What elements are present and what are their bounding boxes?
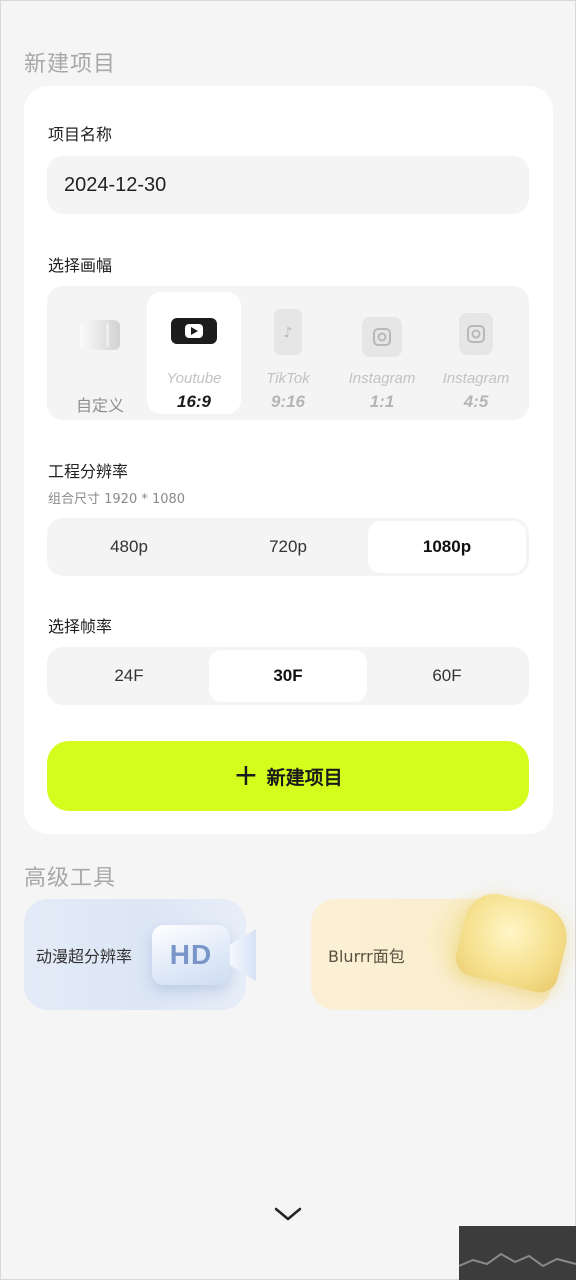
aspect-option-instagram-square[interactable]: Instagram 1:1 [335,292,429,414]
tool-blurrr-bread[interactable]: Blurrr面包 [311,887,574,1010]
resolution-selector: 480p 720p 1080p [47,518,529,576]
chevron-down-icon[interactable] [273,1204,303,1224]
tool-label: 动漫超分辨率 [36,947,133,966]
instagram-icon [361,316,403,358]
aspect-name: Instagram [442,370,510,387]
aspect-ratio: 9:16 [270,392,306,411]
svg-text:♪: ♪ [284,325,293,341]
custom-frame-icon [78,318,122,352]
resolution-option-480p[interactable]: 480p [50,521,208,573]
aspect-option-custom[interactable]: 自定义 [53,292,147,415]
create-project-label: 新建项目 [266,766,343,789]
framerate-option-30f[interactable]: 30F [209,650,367,702]
project-name-input[interactable]: 2024-12-30 [47,156,529,214]
aspect-label: 选择画幅 [48,256,113,275]
resolution-option-720p[interactable]: 720p [209,521,367,573]
resolution-label: 工程分辨率 [48,462,129,481]
aspect-selector: 自定义 Youtube 16:9 ♪ TikTok 9:16 Instagram… [47,286,529,420]
framerate-option-24f[interactable]: 24F [50,650,208,702]
section-title-new-project: 新建项目 [24,52,117,77]
tool-anime-upscale[interactable]: 动漫超分辨率 HD [24,899,256,1010]
tiktok-icon: ♪ [273,308,303,356]
hd-camera-icon: HD [152,925,230,985]
framerate-option-60f[interactable]: 60F [368,650,526,702]
preview-thumbnail [458,1226,576,1280]
aspect-ratio: 16:9 [176,392,212,411]
project-name-label: 项目名称 [48,125,113,144]
aspect-name: TikTok [266,370,310,387]
camera-lens-shape [230,929,256,981]
aspect-option-youtube[interactable]: Youtube 16:9 [147,292,241,414]
plus-icon: + [233,758,259,793]
resolution-sublabel: 组合尺寸 1920 * 1080 [48,492,186,507]
resolution-option-1080p[interactable]: 1080p [368,521,526,573]
youtube-icon [171,318,217,344]
section-title-advanced-tools: 高级工具 [24,866,117,891]
create-project-button[interactable]: + 新建项目 [47,741,529,811]
framerate-label: 选择帧率 [48,617,113,636]
aspect-ratio: 4:5 [463,392,489,411]
aspect-name: Youtube [166,370,222,387]
aspect-option-tiktok[interactable]: ♪ TikTok 9:16 [241,292,335,414]
aspect-ratio: 1:1 [369,392,395,411]
aspect-option-instagram-portrait[interactable]: Instagram 4:5 [429,292,523,414]
aspect-custom-label: 自定义 [75,396,124,415]
aspect-name: Instagram [348,370,416,387]
instagram-icon [458,312,494,356]
framerate-selector: 24F 30F 60F [47,647,529,705]
tool-label: Blurrr面包 [328,947,405,966]
new-project-card: 项目名称 2024-12-30 选择画幅 自定义 Youtube 16:9 ♪ … [24,86,553,834]
